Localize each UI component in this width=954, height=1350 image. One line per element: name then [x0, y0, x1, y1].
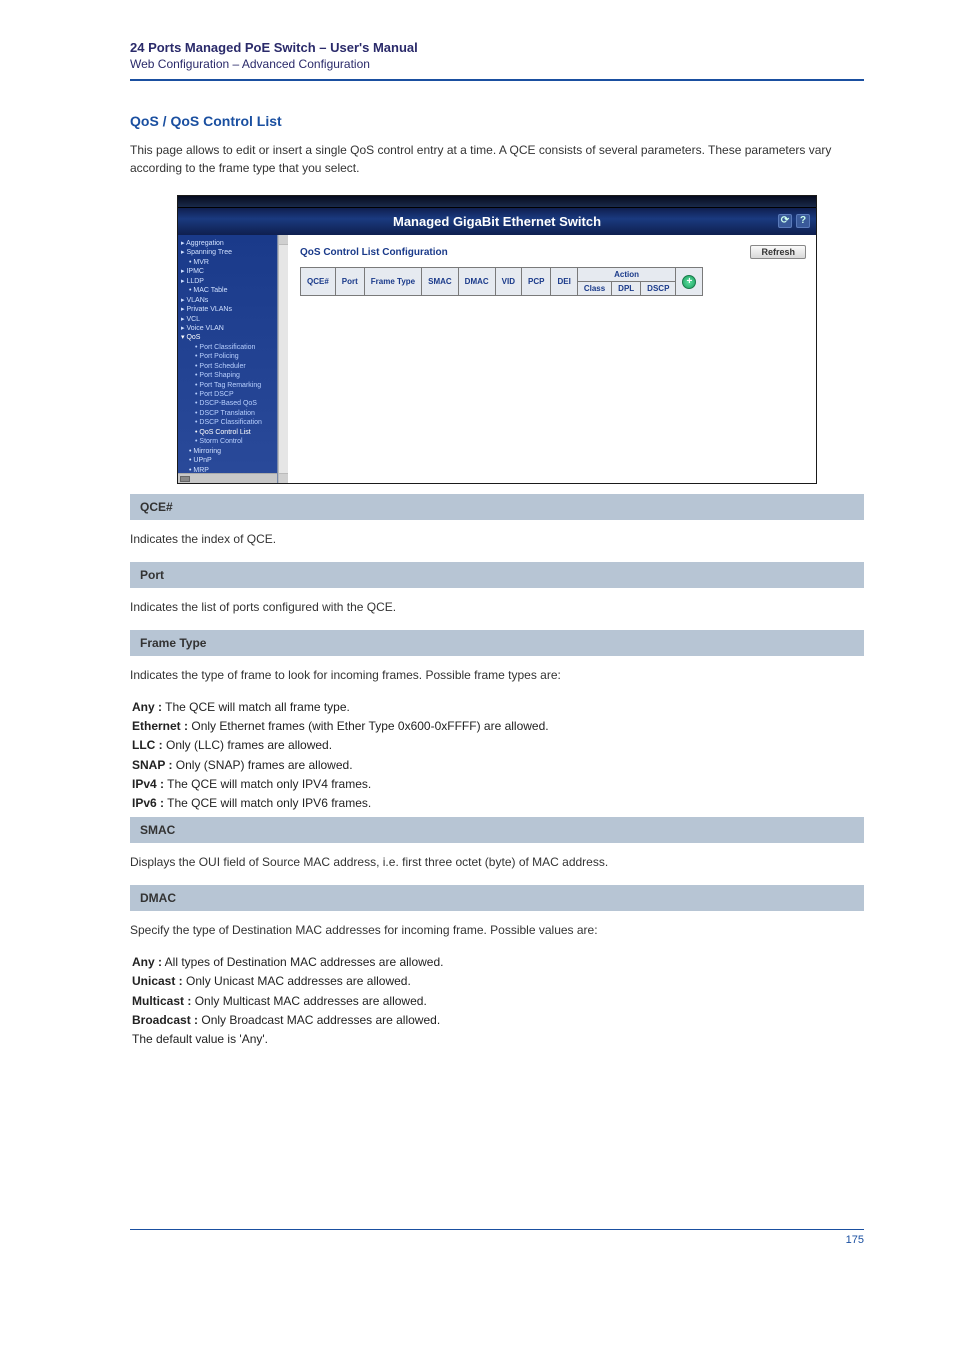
sidebar-item[interactable]: • Port Tag Remarking [181, 381, 274, 390]
row-qce: QCE# [130, 494, 864, 520]
sidebar-item[interactable]: ▸ Voice VLAN [181, 324, 274, 333]
table-header: DEI [551, 268, 577, 296]
sidebar-item[interactable]: • Port DSCP [181, 390, 274, 399]
row-frame-text: Indicates the type of frame to look for … [130, 666, 864, 684]
sidebar-item[interactable]: • DSCP Translation [181, 409, 274, 418]
table-header: QCE# [301, 268, 336, 296]
sidebar-item[interactable]: ▸ VLANs [181, 296, 274, 305]
table-header: Frame Type [364, 268, 421, 296]
table-header: PCP [522, 268, 551, 296]
row-port-text: Indicates the list of ports configured w… [130, 598, 864, 616]
switch-banner: Managed GigaBit Ethernet Switch ⟳ ? [178, 208, 816, 235]
add-cell: + [676, 268, 703, 296]
table-subheader: DSCP [641, 282, 676, 296]
home-icon[interactable]: ⟳ [778, 214, 792, 228]
v-scrollbar[interactable] [278, 235, 288, 483]
table-header: VID [495, 268, 521, 296]
sidebar-item[interactable]: • Mirroring [181, 447, 274, 456]
row-dmac-text: Specify the type of Destination MAC addr… [130, 921, 864, 939]
sidebar-item[interactable]: • QoS Control List [181, 428, 274, 437]
page-number: 175 [130, 1234, 864, 1246]
table-subheader: DPL [612, 282, 641, 296]
scroll-down-icon[interactable] [279, 473, 288, 483]
sidebar-item[interactable]: • DSCP-Based QoS [181, 399, 274, 408]
row-frame: Frame Type [130, 630, 864, 656]
scroll-up-icon[interactable] [279, 235, 288, 245]
row-smac: SMAC [130, 817, 864, 843]
sidebar-item[interactable]: ▸ IPMC [181, 267, 274, 276]
sidebar-item[interactable]: • DSCP Classification [181, 418, 274, 427]
sidebar-item[interactable]: ▸ Private VLANs [181, 305, 274, 314]
add-qce-button[interactable]: + [682, 275, 696, 289]
table-subheader: Class [577, 282, 611, 296]
dmac-types-list: Any : All types of Destination MAC addre… [132, 953, 864, 1049]
row-port: Port [130, 562, 864, 588]
row-qce-text: Indicates the index of QCE. [130, 530, 864, 548]
sidebar-item[interactable]: • Port Shaping [181, 371, 274, 380]
h-scrollbar[interactable] [178, 473, 277, 483]
sidebar-item[interactable]: • MAC Table [181, 286, 274, 295]
table-header: Port [335, 268, 364, 296]
section-heading: QoS / QoS Control List [130, 113, 864, 129]
sidebar-item[interactable]: • Port Classification [181, 343, 274, 352]
switch-title: Managed GigaBit Ethernet Switch [393, 214, 601, 229]
help-icon[interactable]: ? [796, 214, 810, 228]
sidebar-item[interactable]: • UPnP [181, 456, 274, 465]
sidebar-item[interactable]: • MVR [181, 258, 274, 267]
sidebar-item[interactable]: • Port Policing [181, 352, 274, 361]
config-title: QoS Control List Configuration [300, 247, 448, 258]
sidebar-item[interactable]: ▸ Aggregation [181, 239, 274, 248]
table-header: SMAC [422, 268, 459, 296]
frame-types-list: Any : The QCE will match all frame type.… [132, 698, 864, 813]
sidebar-item[interactable]: ▸ Spanning Tree [181, 248, 274, 257]
table-header-action: Action [577, 268, 676, 282]
section-intro: This page allows to edit or insert a sin… [130, 141, 864, 177]
sidebar-item[interactable]: • Port Scheduler [181, 362, 274, 371]
doc-subtitle: Web Configuration – Advanced Configurati… [130, 57, 864, 71]
table-header: DMAC [458, 268, 495, 296]
window-chrome [178, 196, 816, 208]
refresh-button[interactable]: Refresh [750, 245, 806, 259]
switch-screenshot: Managed GigaBit Ethernet Switch ⟳ ? ▸ Ag… [177, 195, 817, 484]
content-pane: QoS Control List Configuration Refresh Q… [288, 235, 816, 483]
sidebar-item[interactable]: ▾ QoS [181, 333, 274, 342]
row-dmac: DMAC [130, 885, 864, 911]
header-rule [130, 79, 864, 81]
sidebar-item[interactable]: ▸ LLDP [181, 277, 274, 286]
nav-sidebar[interactable]: ▸ Aggregation▸ Spanning Tree• MVR▸ IPMC▸… [178, 235, 278, 483]
doc-title: 24 Ports Managed PoE Switch – User's Man… [130, 40, 864, 55]
qce-table: QCE#PortFrame TypeSMACDMACVIDPCPDEIActio… [300, 267, 703, 296]
row-smac-text: Displays the OUI field of Source MAC add… [130, 853, 864, 871]
footer-rule [130, 1229, 864, 1230]
doc-header: 24 Ports Managed PoE Switch – User's Man… [130, 40, 864, 71]
sidebar-item[interactable]: ▸ VCL [181, 315, 274, 324]
sidebar-item[interactable]: • Storm Control [181, 437, 274, 446]
